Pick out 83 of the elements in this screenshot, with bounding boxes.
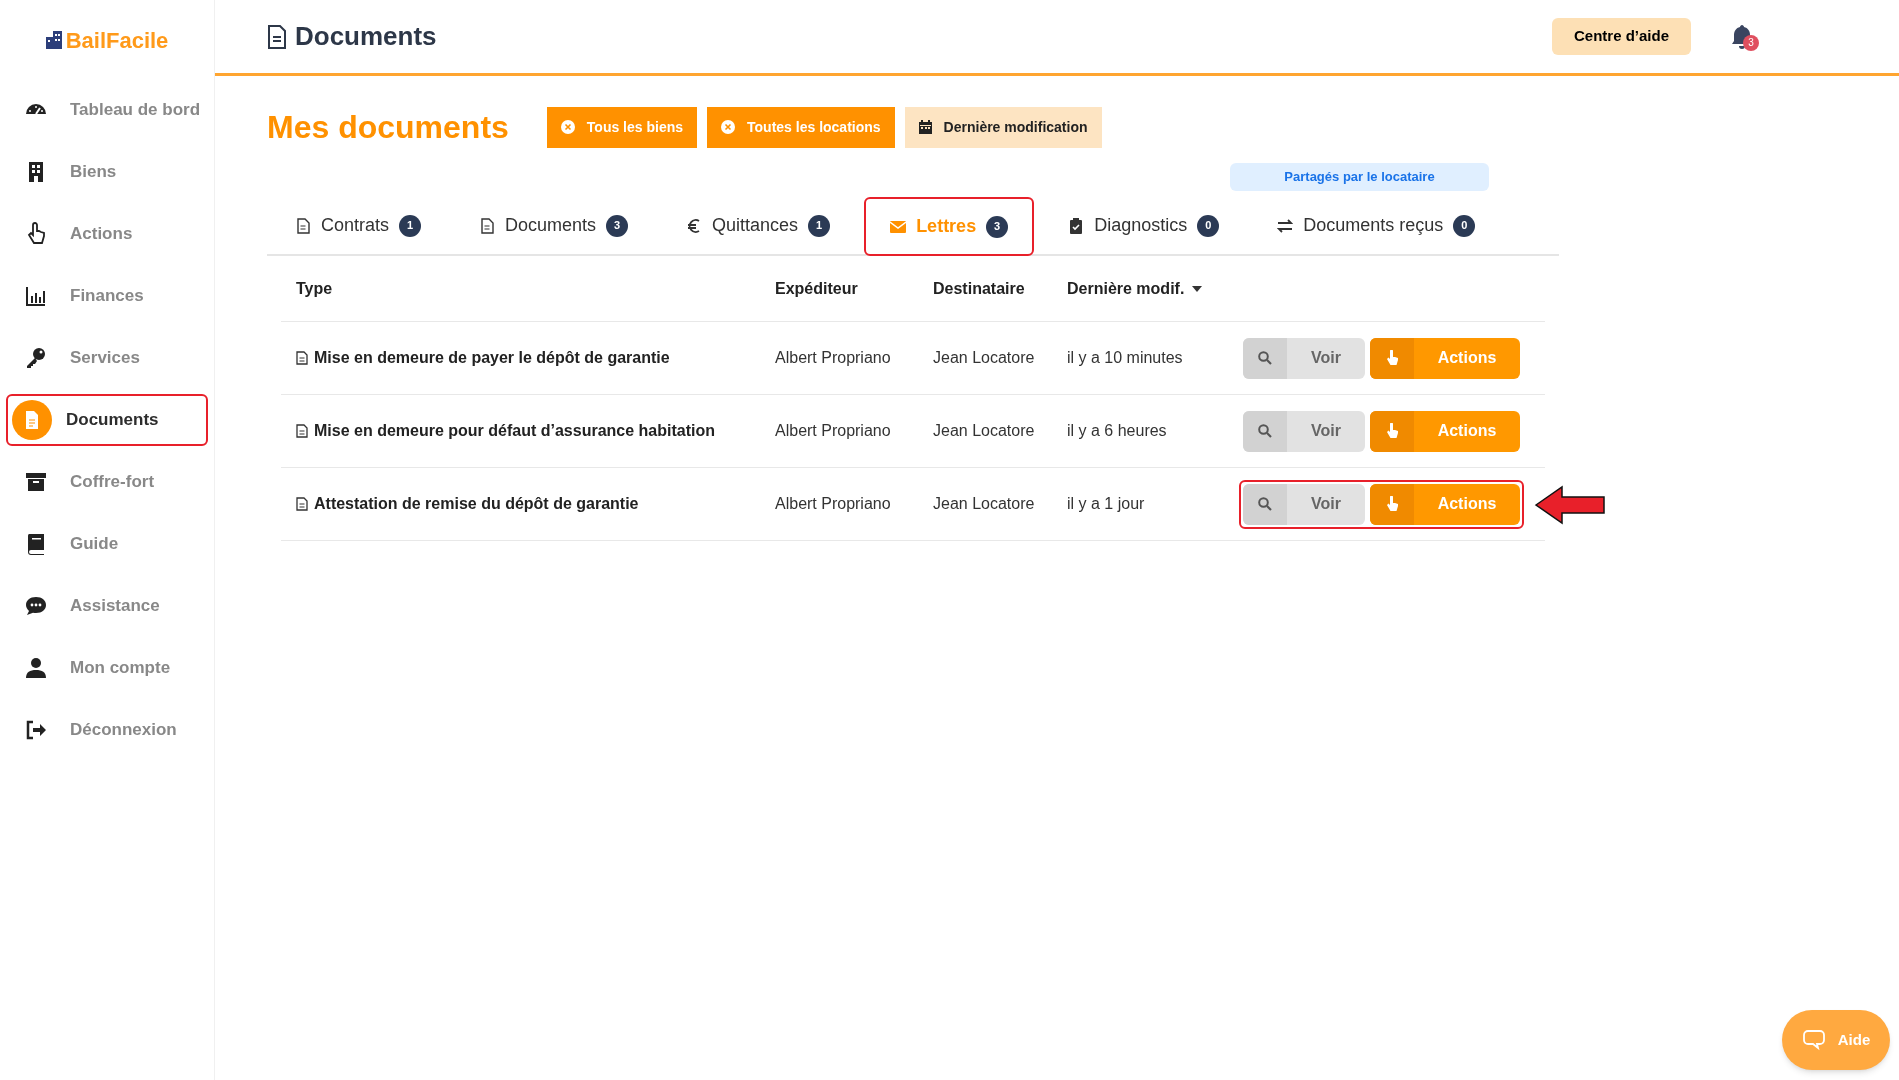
sender-name: Albert Propriano	[775, 422, 891, 439]
clipboard-check-icon	[1068, 217, 1085, 234]
sidebar-item[interactable]: Finances	[6, 270, 208, 322]
sidebar-item[interactable]: Assistance	[6, 580, 208, 632]
sender-name: Albert Propriano	[775, 349, 891, 366]
tab-count-badge: 3	[606, 214, 629, 237]
brand-logo-text[interactable]: BailFacile	[65, 23, 169, 57]
key-icon	[24, 346, 48, 370]
sender-name: Albert Propriano	[775, 495, 891, 512]
sidebar-item[interactable]: Documents	[6, 394, 208, 446]
sidebar-item[interactable]: Actions	[6, 208, 208, 260]
recipient-name: Jean Locatore	[933, 349, 1035, 366]
calendar-icon	[918, 120, 932, 134]
tab[interactable]: Documents 3	[465, 197, 643, 254]
actions-button[interactable]: Actions	[1370, 337, 1520, 379]
section-title: Mes documents	[267, 108, 509, 147]
search-icon	[1258, 424, 1272, 438]
tab-count-badge: 1	[399, 214, 422, 237]
pointing-hand-icon	[1385, 496, 1399, 512]
tab-count-badge: 1	[808, 214, 831, 237]
tab-count-badge: 3	[986, 215, 1009, 238]
tab-count-badge: 0	[1453, 214, 1476, 237]
bar-chart-icon	[24, 284, 48, 308]
modified-time: il y a 10 minutes	[1067, 349, 1183, 366]
pointer-arrow	[1534, 484, 1606, 525]
envelope-icon	[890, 218, 907, 235]
filter-button[interactable]: Toutes les locations	[707, 106, 895, 148]
chat-bubble-icon	[24, 594, 48, 618]
tab[interactable]: Contrats 1	[281, 197, 436, 254]
tab[interactable]: Quittances 1	[672, 197, 845, 254]
help-chat-button[interactable]: Aide	[1782, 1010, 1890, 1070]
recipient-name: Jean Locatore	[933, 495, 1035, 512]
sidebar-item[interactable]: Services	[6, 332, 208, 384]
user-icon	[24, 656, 48, 680]
document-type: Mise en demeure pour défaut d’assurance habitation	[314, 421, 715, 441]
sidebar-item[interactable]: Tableau de bord	[6, 84, 208, 136]
modified-time: il y a 1 jour	[1067, 495, 1145, 512]
sidebar-item[interactable]: Biens	[6, 146, 208, 198]
filter-button[interactable]: Tous les biens	[546, 106, 698, 148]
page-title: Documents	[295, 20, 437, 53]
sidebar-item[interactable]: Guide	[6, 518, 208, 570]
document-icon	[296, 497, 308, 511]
document-icon	[295, 217, 311, 234]
archive-box-icon	[24, 470, 48, 494]
column-header[interactable]: Dernière modif.	[1067, 276, 1203, 301]
document-type: Mise en demeure de payer le dépôt de garantie	[314, 348, 670, 368]
sign-out-icon	[24, 718, 48, 742]
pointing-hand-icon	[1385, 423, 1399, 439]
document-icon	[296, 424, 308, 438]
document-icon	[267, 24, 287, 49]
shared-by-tenant-badge[interactable]: Partagés par le locataire	[1230, 163, 1489, 191]
close-circle-icon	[721, 120, 736, 134]
help-center-button[interactable]: Centre d’aide	[1551, 18, 1691, 55]
view-button[interactable]: Voir	[1243, 483, 1365, 525]
close-circle-icon	[560, 120, 575, 134]
modified-time: il y a 6 heures	[1067, 422, 1167, 439]
sidebar-item[interactable]: Déconnexion	[6, 704, 208, 756]
sort-caret-icon[interactable]	[1192, 285, 1203, 292]
tab[interactable]: Lettres 3	[864, 197, 1035, 256]
tab[interactable]: Diagnostics 0	[1054, 197, 1234, 254]
tab-count-badge: 0	[1197, 214, 1220, 237]
actions-button[interactable]: Actions	[1370, 410, 1520, 452]
exchange-arrows-icon	[1277, 217, 1294, 234]
tab[interactable]: Documents reçus 0	[1263, 197, 1490, 254]
search-icon	[1258, 497, 1272, 511]
column-header: Destinataire	[933, 278, 1025, 299]
sidebar-item[interactable]: Coffre-fort	[6, 456, 208, 508]
actions-button[interactable]: Actions	[1370, 483, 1520, 525]
document-icon	[296, 351, 308, 365]
search-icon	[1258, 351, 1272, 365]
document-type: Attestation de remise du dépôt de garantie	[314, 494, 639, 514]
column-header: Type	[296, 278, 333, 299]
column-header: Expéditeur	[775, 278, 858, 299]
view-button[interactable]: Voir	[1243, 410, 1365, 452]
notification-bell[interactable]: 3	[1731, 21, 1759, 52]
speech-bubble-icon	[1801, 1029, 1826, 1051]
date-sort-button[interactable]: Dernière modification	[904, 106, 1102, 148]
view-button[interactable]: Voir	[1243, 337, 1365, 379]
document-icon	[479, 217, 496, 234]
sidebar-item[interactable]: Mon compte	[6, 642, 208, 694]
recipient-name: Jean Locatore	[933, 422, 1035, 439]
pointing-hand-icon	[1385, 350, 1399, 366]
buildings-logo-icon	[45, 31, 62, 49]
